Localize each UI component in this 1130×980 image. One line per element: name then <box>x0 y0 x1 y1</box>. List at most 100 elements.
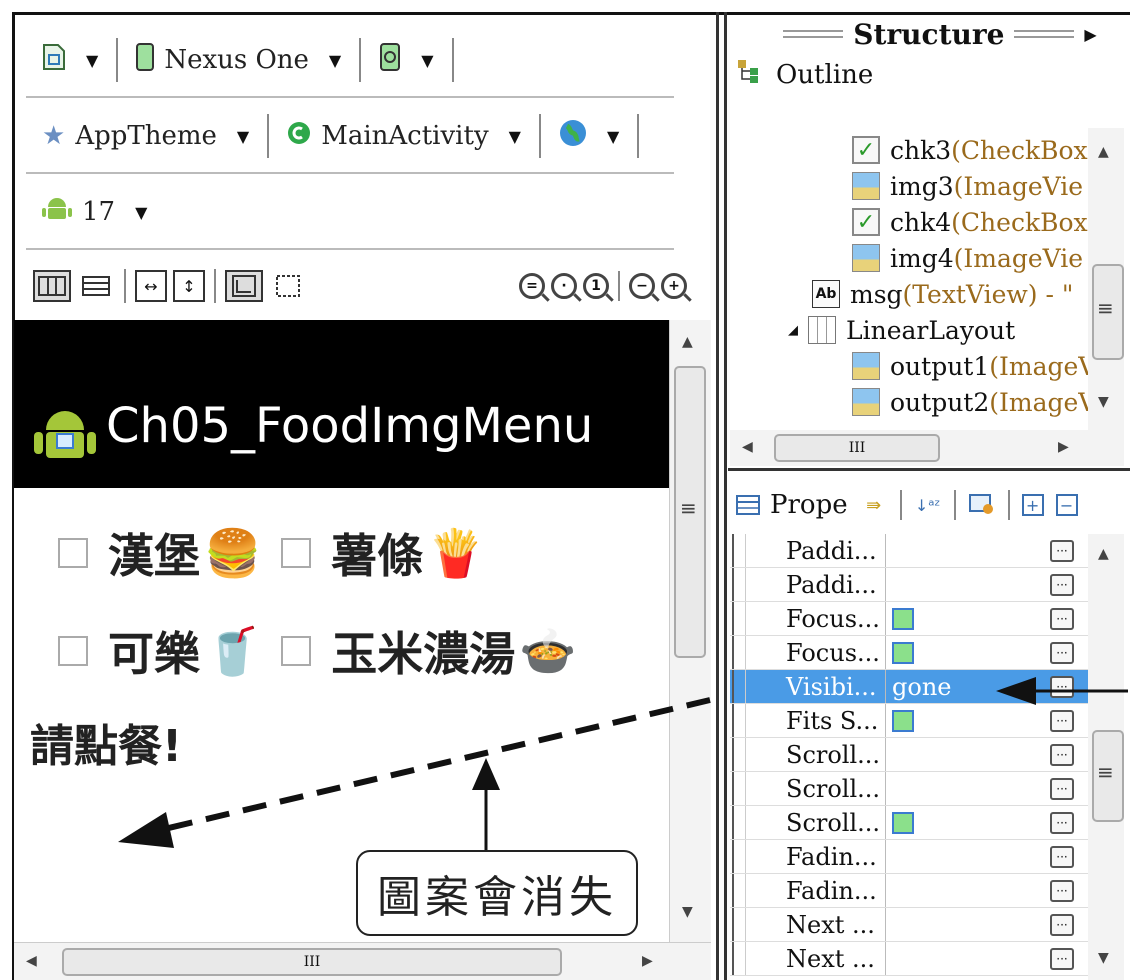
zoom-fit-icon[interactable]: = <box>519 273 545 299</box>
scroll-down-icon[interactable]: ▼ <box>1098 950 1109 966</box>
outline-horizontal-scrollbar[interactable]: ◀ III ▶ <box>730 430 1124 466</box>
scroll-thumb[interactable]: III <box>62 948 562 976</box>
tree-item-img3[interactable]: img3 (ImageVie <box>852 168 1083 204</box>
show-margins-button[interactable] <box>225 270 263 302</box>
property-value[interactable] <box>886 908 1046 941</box>
orientation-dropdown[interactable]: ▼ <box>367 42 445 78</box>
more-options-button[interactable]: ··· <box>1050 879 1074 902</box>
property-row[interactable]: Next ... ··· <box>730 942 1088 976</box>
more-options-button[interactable]: ··· <box>1050 811 1074 834</box>
property-row[interactable]: Scroll... ··· <box>730 806 1088 840</box>
scroll-right-icon[interactable]: ▶ <box>1058 439 1069 455</box>
theme-dropdown[interactable]: ★ AppTheme ▼ <box>30 121 261 151</box>
property-row[interactable]: Fadin... ··· <box>730 874 1088 908</box>
properties-tab[interactable]: Prope <box>734 490 848 520</box>
outline-tab[interactable]: Outline <box>736 58 873 91</box>
property-value[interactable] <box>886 704 1046 737</box>
tree-item-chk3[interactable]: ✓ chk3 (CheckBox <box>852 132 1088 168</box>
expand-all-icon[interactable]: + <box>1021 494 1044 516</box>
property-row[interactable]: Scroll... ··· <box>730 738 1088 772</box>
activity-dropdown[interactable]: MainActivity ▼ <box>275 121 533 152</box>
property-row[interactable]: Paddi... ··· <box>730 568 1088 602</box>
preview-horizontal-scrollbar[interactable]: ◀ III ▶ <box>14 942 711 980</box>
show-grid-button[interactable] <box>269 270 307 302</box>
scroll-right-icon[interactable]: ▶ <box>642 953 653 969</box>
boolean-checkbox-icon[interactable] <box>892 607 914 630</box>
property-row[interactable]: Fits S... ··· <box>730 704 1088 738</box>
property-value[interactable] <box>886 840 1046 873</box>
scroll-up-icon[interactable]: ▲ <box>1098 144 1109 160</box>
restore-default-icon[interactable] <box>968 491 996 519</box>
app-title: Ch05_FoodImgMenu <box>106 398 594 454</box>
boolean-checkbox-icon[interactable] <box>892 641 914 664</box>
scroll-left-icon[interactable]: ◀ <box>26 953 37 969</box>
layout-file-dropdown[interactable]: ▼ <box>30 43 110 78</box>
property-value[interactable] <box>886 568 1046 601</box>
api-level-dropdown[interactable]: 17 ▼ <box>30 196 159 229</box>
more-options-button[interactable]: ··· <box>1050 743 1074 766</box>
zoom-out-icon[interactable]: − <box>629 273 655 299</box>
property-value[interactable] <box>886 874 1046 907</box>
zoom-real-size-icon[interactable]: · <box>551 273 577 299</box>
property-value[interactable] <box>886 806 1046 839</box>
tree-item-output1[interactable]: output1 (ImageV <box>852 348 1088 384</box>
property-row[interactable]: Fadin... ··· <box>730 840 1088 874</box>
property-row[interactable]: Next ... ··· <box>730 908 1088 942</box>
more-options-button[interactable]: ··· <box>1050 913 1074 936</box>
scroll-left-icon[interactable]: ◀ <box>742 439 753 455</box>
show-advanced-icon[interactable]: ⇛ <box>860 491 888 519</box>
scroll-down-icon[interactable]: ▼ <box>682 904 693 920</box>
more-options-button[interactable]: ··· <box>1050 947 1074 970</box>
more-options-button[interactable]: ··· <box>1050 709 1074 732</box>
scroll-up-icon[interactable]: ▲ <box>682 334 693 350</box>
layout-vertical-button[interactable] <box>77 270 115 302</box>
outline-vertical-scrollbar[interactable]: ▲ ≡ ▼ <box>1088 128 1124 430</box>
more-options-button[interactable]: ··· <box>1050 607 1074 630</box>
property-value[interactable] <box>886 942 1046 975</box>
property-value[interactable] <box>886 534 1046 567</box>
scroll-thumb[interactable]: III <box>774 434 940 462</box>
boolean-checkbox-icon[interactable] <box>892 709 914 732</box>
more-options-button[interactable]: ··· <box>1050 573 1074 596</box>
cola-checkbox[interactable] <box>58 636 88 666</box>
preview-vertical-scrollbar[interactable]: ▲ ≡ ▼ <box>669 320 711 942</box>
scroll-down-icon[interactable]: ▼ <box>1098 394 1109 410</box>
toggle-fill-height-button[interactable]: ↕ <box>173 270 205 302</box>
sort-alpha-icon[interactable]: ↓ᵃᶻ <box>914 491 942 519</box>
more-options-button[interactable]: ··· <box>1050 675 1074 698</box>
zoom-in-icon[interactable]: + <box>661 273 687 299</box>
property-row[interactable]: Paddi... ··· <box>730 534 1088 568</box>
more-options-button[interactable]: ··· <box>1050 777 1074 800</box>
more-options-button[interactable]: ··· <box>1050 641 1074 664</box>
properties-vertical-scrollbar[interactable]: ▲ ≡ ▼ <box>1088 534 1124 980</box>
fries-checkbox[interactable] <box>281 538 312 568</box>
property-row[interactable]: Focus... ··· <box>730 636 1088 670</box>
corn-soup-checkbox[interactable] <box>281 636 312 666</box>
layout-horizontal-button[interactable] <box>33 270 71 302</box>
toggle-fill-width-button[interactable]: ↔ <box>135 270 167 302</box>
boolean-checkbox-icon[interactable] <box>892 811 914 834</box>
more-options-button[interactable]: ··· <box>1050 539 1074 562</box>
scroll-up-icon[interactable]: ▲ <box>1098 546 1109 562</box>
property-row[interactable]: Scroll... ··· <box>730 772 1088 806</box>
collapse-all-icon[interactable]: − <box>1055 494 1078 516</box>
property-value[interactable] <box>886 772 1046 805</box>
more-options-button[interactable]: ··· <box>1050 845 1074 868</box>
zoom-100-icon[interactable]: 1 <box>583 273 609 299</box>
property-value[interactable] <box>886 738 1046 771</box>
tree-item-img4[interactable]: img4 (ImageVie <box>852 240 1083 276</box>
tree-item-msg[interactable]: Ab msg (TextView) - " <box>812 276 1073 312</box>
chevron-right-icon[interactable]: ▶ <box>1084 25 1096 44</box>
visibility-property-row[interactable]: Visibi... gone ··· <box>730 670 1088 704</box>
property-row[interactable]: Focus... ··· <box>730 602 1088 636</box>
visibility-value[interactable]: gone <box>886 670 1046 703</box>
tree-item-chk4[interactable]: ✓ chk4 (CheckBox <box>852 204 1088 240</box>
tree-item-linearlayout[interactable]: ◢ LinearLayout <box>788 312 1015 348</box>
property-value[interactable] <box>886 602 1046 635</box>
property-value[interactable] <box>886 636 1046 669</box>
locale-dropdown[interactable]: ▼ <box>547 119 631 154</box>
hamburger-checkbox[interactable] <box>58 538 88 568</box>
expand-triangle-icon[interactable]: ◢ <box>788 323 798 338</box>
tree-item-output2[interactable]: output2 (ImageV <box>852 384 1088 420</box>
device-dropdown[interactable]: Nexus One ▼ <box>124 42 353 78</box>
